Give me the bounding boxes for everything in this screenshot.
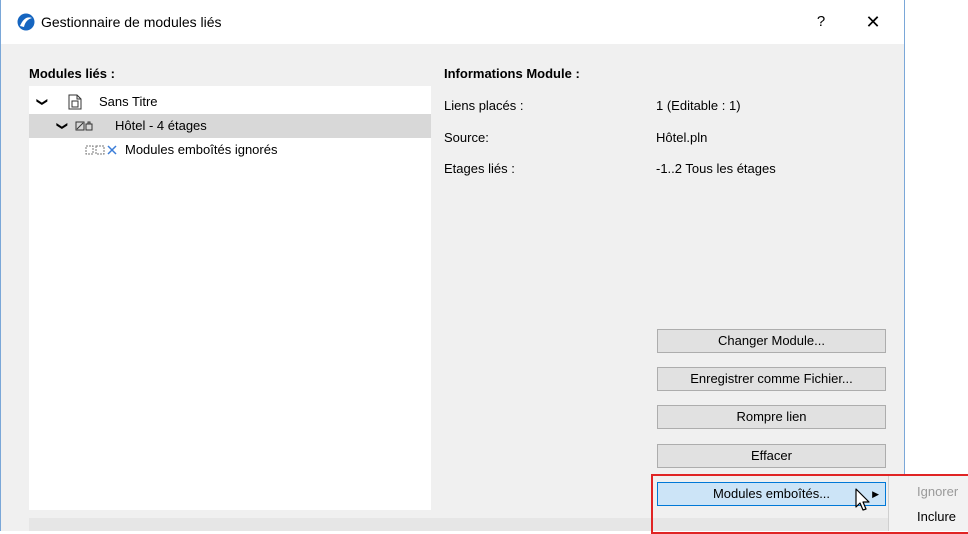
module-icon: [75, 121, 93, 131]
tree-item-label: Hôtel - 4 étages: [115, 118, 207, 133]
submenu-arrow-icon: ▶: [872, 489, 879, 499]
chevron-down-icon[interactable]: ❯: [50, 119, 74, 133]
menu-item-ignore[interactable]: Ignorer: [917, 484, 958, 499]
title-bar: Gestionnaire de modules liés ? ✕: [1, 0, 904, 44]
delete-button[interactable]: Effacer: [657, 444, 886, 468]
chevron-down-icon[interactable]: ❯: [30, 95, 54, 109]
nested-modules-label: Modules emboîtés...: [712, 486, 831, 501]
mouse-cursor-icon: [855, 488, 870, 511]
info-label-linked-stories: Etages liés :: [444, 161, 515, 176]
info-label-placed-links: Liens placés :: [444, 98, 524, 113]
tree-item-label: Modules emboîtés ignorés: [125, 142, 278, 157]
modules-tree[interactable]: ❯ Sans Titre ❯ Hôtel - 4 étages Modules …: [29, 86, 431, 510]
save-as-file-button[interactable]: Enregistrer comme Fichier...: [657, 367, 886, 391]
module-manager-dialog: Gestionnaire de modules liés ? ✕ Modules…: [0, 0, 905, 531]
module-info-heading: Informations Module :: [444, 66, 580, 81]
tree-item-ignored-modules[interactable]: Modules emboîtés ignorés: [29, 138, 431, 162]
window-title: Gestionnaire de modules liés: [41, 14, 222, 30]
archicad-app-icon: [17, 13, 35, 31]
menu-item-include[interactable]: Inclure: [917, 509, 956, 524]
document-icon: [68, 94, 82, 110]
tree-item-label: Sans Titre: [99, 94, 158, 109]
nested-modules-button[interactable]: Modules emboîtés... ▶: [657, 482, 886, 506]
break-link-button[interactable]: Rompre lien: [657, 405, 886, 429]
info-value-linked-stories: -1..2 Tous les étages: [656, 161, 776, 176]
close-button[interactable]: ✕: [859, 10, 887, 34]
ignored-modules-icon: [85, 145, 117, 155]
info-label-source: Source:: [444, 130, 489, 145]
change-module-button[interactable]: Changer Module...: [657, 329, 886, 353]
linked-modules-heading: Modules liés :: [29, 66, 115, 81]
bottom-bar: [29, 518, 904, 531]
nested-modules-submenu: Ignorer Inclure: [888, 476, 968, 531]
info-value-placed-links: 1 (Editable : 1): [656, 98, 741, 113]
tree-item-sans-titre[interactable]: ❯ Sans Titre: [29, 90, 431, 114]
help-button[interactable]: ?: [807, 10, 835, 34]
tree-item-hotel[interactable]: ❯ Hôtel - 4 étages: [29, 114, 431, 138]
info-value-source: Hôtel.pln: [656, 130, 708, 145]
